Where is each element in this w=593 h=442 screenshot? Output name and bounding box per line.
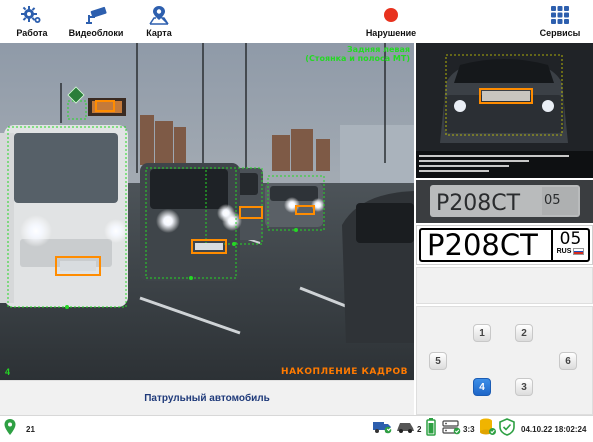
plate-region-block: 05 RUS [551, 230, 588, 260]
zone-title-line2: (Стоянка и полоса МТ) [305, 54, 410, 63]
plate-crop-text: Р208СТ [436, 191, 521, 216]
map-button[interactable]: Карта [143, 0, 175, 42]
plate-crop-image: Р208СТ 05 [416, 180, 593, 223]
recognized-plate: Р208СТ 05 RUS [416, 225, 593, 265]
violation-label: Нарушение [365, 28, 417, 38]
status-bar: 21 2 3:3 04.10.22 18:02:24 [0, 415, 593, 442]
camera-selector: 1 2 5 6 4 3 [416, 306, 593, 415]
plate-number: Р208СТ [427, 228, 538, 262]
shield-check-icon [499, 418, 515, 441]
cctv-camera-icon [84, 4, 108, 26]
camera-index-label: 4 [5, 367, 11, 377]
map-label: Карта [146, 28, 172, 38]
top-toolbar: Работа Видеоблоки Карта Нарушение Сервис… [0, 0, 593, 42]
plate-country: RUS [556, 248, 572, 255]
battery-icon [426, 418, 436, 441]
violation-button[interactable]: Нарушение [366, 0, 416, 42]
vehicle-snapshot-image [416, 43, 593, 178]
plate-crop-region: 05 [544, 193, 561, 208]
gears-icon [21, 4, 43, 26]
vehicle-type-label: Патрульный автомобиль [144, 392, 270, 404]
zone-title-line1: Задняя левая [346, 45, 410, 54]
videoblocks-button[interactable]: Видеоблоки [68, 0, 124, 42]
patrol-car-status[interactable] [396, 416, 416, 442]
camera-button-5[interactable]: 5 [429, 352, 447, 370]
services-button[interactable]: Сервисы [538, 0, 582, 42]
map-icon [148, 4, 170, 26]
camera-button-6[interactable]: 6 [559, 352, 577, 370]
truck-icon [372, 419, 392, 440]
info-panel-empty [416, 267, 593, 304]
camera-button-3[interactable]: 3 [515, 378, 533, 396]
violation-indicator-icon [383, 4, 399, 26]
plate-country-row: RUS [557, 248, 585, 255]
battery-status[interactable] [426, 416, 436, 442]
vehicle-count: 2 [417, 425, 422, 434]
russia-flag-icon [573, 248, 585, 255]
location-pin-icon [4, 419, 16, 440]
plate-region-code: 05 [559, 229, 582, 249]
location-count: 21 [26, 425, 35, 434]
security-status[interactable] [499, 416, 515, 442]
work-label: Работа [16, 28, 48, 38]
status-datetime: 04.10.22 18:02:24 [521, 425, 587, 434]
vehicle-type-bar: Патрульный автомобиль [0, 380, 414, 415]
car-icon [396, 419, 416, 440]
location-status[interactable] [4, 416, 16, 442]
camera-button-4[interactable]: 4 [473, 378, 491, 396]
camera-frame-image [0, 43, 414, 380]
camera-zone-title: Задняя левая (Стоянка и полоса МТ) [305, 45, 410, 63]
frame-accumulation-status: НАКОПЛЕНИЕ КАДРОВ [281, 367, 408, 377]
videoblocks-label: Видеоблоки [68, 28, 124, 38]
storage-status[interactable] [479, 416, 497, 442]
grid-icon [550, 4, 570, 26]
server-ratio: 3:3 [463, 425, 475, 434]
camera-button-2[interactable]: 2 [515, 324, 533, 342]
database-icon [479, 418, 497, 441]
vehicle-status[interactable] [372, 416, 392, 442]
camera-button-1[interactable]: 1 [473, 324, 491, 342]
plate-frame: Р208СТ 05 RUS [419, 228, 590, 262]
server-status[interactable] [442, 416, 462, 442]
services-label: Сервисы [539, 28, 581, 38]
work-button[interactable]: Работа [14, 0, 50, 42]
vehicle-snapshot[interactable] [416, 43, 593, 178]
server-icon [442, 419, 462, 440]
main-camera-view[interactable]: Задняя левая (Стоянка и полоса МТ) 4 НАК… [0, 43, 414, 380]
